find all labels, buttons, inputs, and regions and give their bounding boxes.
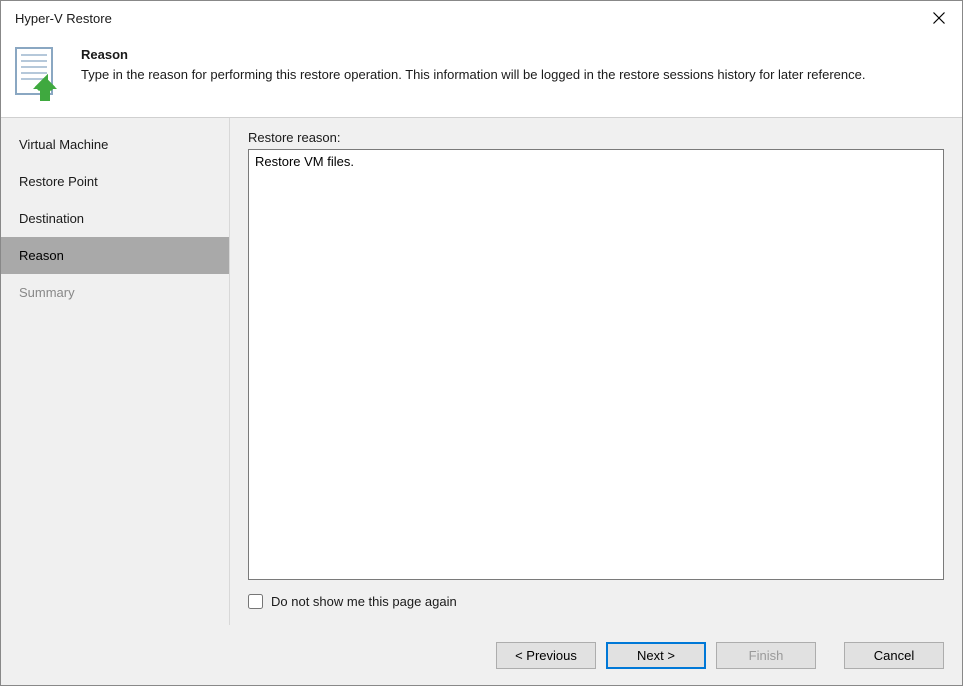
header-title: Reason [81, 47, 948, 62]
restore-reason-input[interactable] [248, 149, 944, 580]
next-button[interactable]: Next > [606, 642, 706, 669]
close-icon [933, 12, 945, 24]
suppress-page-checkbox[interactable] [248, 594, 263, 609]
main-panel: Restore reason: Do not show me this page… [229, 118, 962, 625]
titlebar: Hyper-V Restore [1, 1, 962, 35]
restore-reason-label: Restore reason: [248, 130, 944, 145]
suppress-page-checkbox-row[interactable]: Do not show me this page again [248, 594, 944, 609]
previous-button[interactable]: < Previous [496, 642, 596, 669]
sidebar-item-summary: Summary [1, 274, 229, 311]
header-text: Reason Type in the reason for performing… [81, 47, 948, 103]
finish-button: Finish [716, 642, 816, 669]
cancel-button[interactable]: Cancel [844, 642, 944, 669]
steps-sidebar: Virtual Machine Restore Point Destinatio… [1, 118, 229, 625]
header-description: Type in the reason for performing this r… [81, 66, 948, 84]
window-title: Hyper-V Restore [15, 11, 112, 26]
sidebar-item-reason[interactable]: Reason [1, 237, 229, 274]
sidebar-item-virtual-machine[interactable]: Virtual Machine [1, 126, 229, 163]
sidebar-item-destination[interactable]: Destination [1, 200, 229, 237]
wizard-window: Hyper-V Restore Reason Type in the reaso… [0, 0, 963, 686]
wizard-icon [15, 47, 63, 103]
header-banner: Reason Type in the reason for performing… [1, 35, 962, 118]
sidebar-item-restore-point[interactable]: Restore Point [1, 163, 229, 200]
wizard-footer: < Previous Next > Finish Cancel [1, 625, 962, 685]
close-button[interactable] [916, 1, 962, 35]
wizard-body: Virtual Machine Restore Point Destinatio… [1, 118, 962, 625]
suppress-page-label: Do not show me this page again [271, 594, 457, 609]
